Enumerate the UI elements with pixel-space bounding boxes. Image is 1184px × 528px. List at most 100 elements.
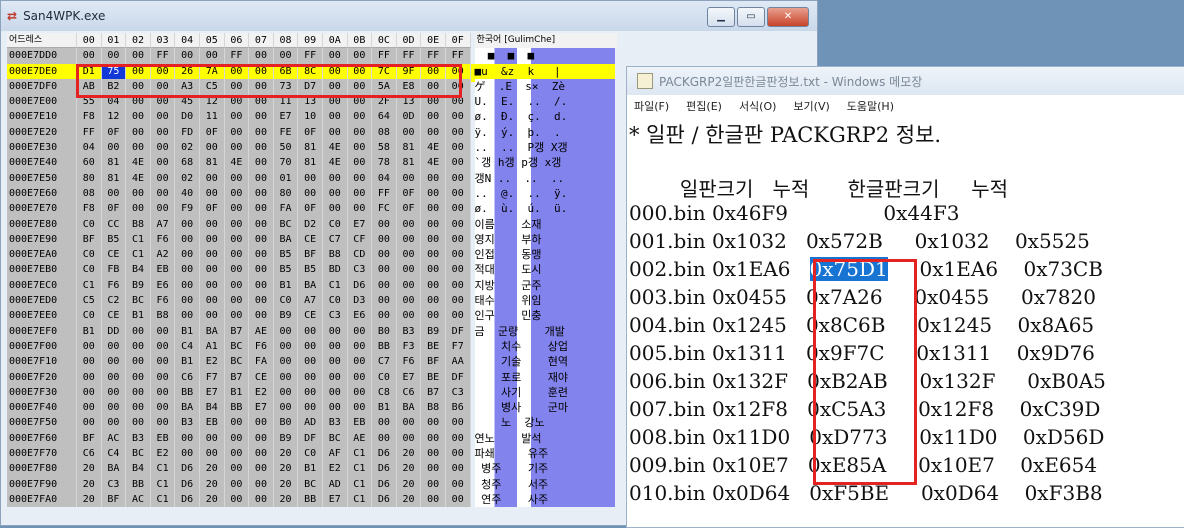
menu-edit[interactable]: 편집(E) (686, 98, 722, 114)
hex-byte[interactable]: BA (273, 231, 299, 248)
hex-byte[interactable]: E2 (249, 384, 274, 401)
hex-byte[interactable]: 00 (150, 369, 176, 385)
hex-byte[interactable]: 00 (396, 231, 422, 248)
hex-byte[interactable]: FA (249, 354, 274, 370)
row-text[interactable]: 병사 군마 (474, 400, 615, 416)
hex-byte[interactable]: 00 (150, 201, 176, 217)
hex-byte[interactable]: C5 (77, 293, 102, 309)
hex-byte[interactable]: 00 (249, 247, 274, 263)
hex-byte[interactable]: B3 (126, 430, 151, 447)
hex-byte[interactable]: 00 (445, 185, 471, 202)
hex-byte[interactable]: D0 (175, 109, 200, 125)
hex-byte[interactable]: 00 (77, 48, 102, 64)
hex-byte[interactable]: 26 (175, 63, 200, 79)
hex-byte[interactable]: B1 (126, 308, 151, 324)
hex-byte[interactable]: F9 (175, 201, 200, 217)
hex-byte[interactable]: 00 (372, 216, 397, 232)
hex-byte[interactable]: 68 (175, 155, 200, 171)
hex-byte[interactable]: E7 (396, 369, 422, 385)
hex-byte[interactable]: 00 (249, 277, 274, 294)
hex-byte[interactable]: 00 (175, 247, 200, 263)
hex-byte[interactable]: 00 (372, 277, 397, 294)
hex-byte[interactable]: 12 (199, 94, 225, 110)
row-text[interactable]: 치수 상업 (474, 338, 615, 355)
hex-byte[interactable]: 6B (273, 63, 299, 79)
hex-byte[interactable]: D6 (175, 491, 200, 508)
hex-byte[interactable]: 00 (126, 94, 151, 110)
hex-byte[interactable]: C5 (199, 78, 225, 95)
hex-byte[interactable]: E7 (273, 109, 299, 125)
hex-byte[interactable]: 00 (347, 170, 373, 186)
hex-byte[interactable]: 00 (421, 94, 446, 110)
hex-byte[interactable]: 00 (77, 400, 102, 416)
hex-byte[interactable]: 00 (347, 63, 373, 79)
hex-byte[interactable]: 60 (77, 155, 102, 171)
hex-byte[interactable]: FC (372, 201, 397, 217)
hex-byte[interactable]: A7 (298, 293, 323, 309)
hex-byte[interactable]: 0F (396, 201, 422, 217)
hex-byte[interactable]: 00 (421, 308, 446, 324)
hex-byte[interactable]: 00 (298, 323, 323, 339)
hex-byte[interactable]: 00 (445, 277, 471, 294)
hex-byte[interactable]: FF (298, 48, 323, 64)
hex-byte[interactable]: C3 (445, 384, 471, 401)
hex-byte[interactable]: 0D (396, 109, 422, 125)
hex-byte[interactable]: 00 (421, 216, 446, 232)
hex-byte[interactable]: 00 (273, 369, 299, 385)
hex-byte[interactable]: 20 (273, 446, 299, 462)
hex-byte[interactable]: 00 (126, 384, 151, 401)
hex-byte[interactable]: 00 (322, 354, 348, 370)
hex-byte[interactable]: BA (396, 400, 422, 416)
hex-byte[interactable]: C1 (347, 491, 373, 508)
hex-byte[interactable]: C0 (77, 247, 102, 263)
hex-byte[interactable]: 5A (372, 78, 397, 95)
hex-byte[interactable]: C1 (347, 476, 373, 492)
hex-byte[interactable]: 00 (372, 262, 397, 278)
hex-byte[interactable]: F7 (445, 338, 471, 355)
hex-byte[interactable]: C3 (322, 308, 348, 324)
hex-byte[interactable]: C8 (372, 384, 397, 401)
row-text[interactable]: 연노 발석 (474, 430, 615, 447)
hex-byte[interactable]: 00 (421, 262, 446, 278)
hex-byte[interactable]: 00 (421, 170, 446, 186)
hex-byte[interactable]: 0F (298, 201, 323, 217)
hex-byte[interactable]: 00 (249, 109, 274, 125)
hex-byte[interactable]: BC (126, 446, 151, 462)
hex-byte[interactable]: 00 (445, 124, 471, 141)
hex-byte[interactable]: C1 (150, 461, 176, 477)
hex-byte[interactable]: B4 (199, 400, 225, 416)
hex-byte[interactable]: 00 (224, 430, 250, 447)
hex-byte[interactable]: 13 (298, 94, 323, 110)
hex-byte[interactable]: FF (77, 124, 102, 141)
hex-byte[interactable]: C0 (298, 446, 323, 462)
hex-byte[interactable]: 00 (126, 415, 151, 431)
hex-byte[interactable]: C4 (101, 446, 127, 462)
hex-byte[interactable]: 00 (224, 124, 250, 141)
hex-byte[interactable]: 00 (249, 170, 274, 186)
hex-byte[interactable]: 12 (101, 109, 127, 125)
hex-byte[interactable]: 00 (199, 48, 225, 64)
hex-byte[interactable]: B3 (396, 323, 422, 339)
hex-byte[interactable]: 00 (249, 78, 274, 95)
hex-byte[interactable]: 00 (396, 430, 422, 447)
hex-byte[interactable]: 00 (199, 170, 225, 186)
hex-byte[interactable]: 00 (372, 430, 397, 447)
hex-byte[interactable]: F7 (199, 369, 225, 385)
hex-byte[interactable]: 00 (77, 369, 102, 385)
hex-byte[interactable]: B0 (273, 415, 299, 431)
hex-byte[interactable]: CF (347, 231, 373, 248)
hex-byte[interactable]: C1 (126, 247, 151, 263)
hex-byte[interactable]: FF (372, 185, 397, 202)
hex-byte[interactable]: D6 (372, 491, 397, 508)
hex-byte[interactable]: 00 (347, 155, 373, 171)
row-text[interactable]: ゲ .E s× Zè (474, 78, 615, 95)
hex-byte[interactable]: 00 (101, 400, 127, 416)
hex-byte[interactable]: 00 (224, 140, 250, 156)
hex-byte[interactable]: 00 (298, 384, 323, 401)
hex-byte[interactable]: E8 (396, 78, 422, 95)
hex-byte[interactable]: 00 (421, 109, 446, 125)
hex-byte[interactable]: 04 (372, 170, 397, 186)
hex-byte[interactable]: 00 (322, 170, 348, 186)
hex-byte[interactable]: 00 (445, 415, 471, 431)
hex-byte[interactable]: 04 (77, 140, 102, 156)
